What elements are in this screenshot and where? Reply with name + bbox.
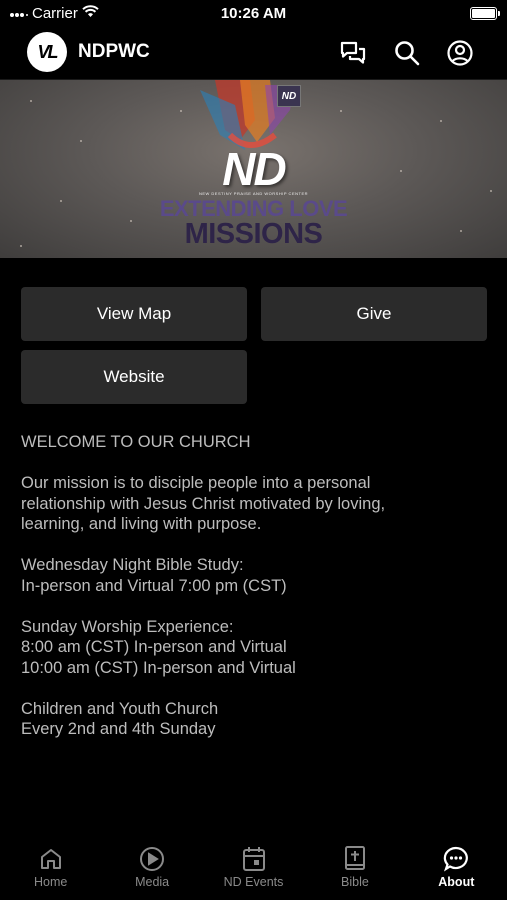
worship-paragraph: Sunday Worship Experience: 8:00 am (CST)… — [21, 617, 296, 677]
search-icon[interactable] — [392, 38, 422, 68]
website-button[interactable]: Website — [21, 350, 247, 404]
tab-nd-events[interactable]: ND Events — [203, 838, 304, 900]
tab-bible[interactable]: Bible — [304, 838, 405, 900]
tab-about[interactable]: About — [406, 838, 507, 900]
app-header: VL NDPWC — [0, 28, 507, 80]
tab-label: Media — [135, 875, 170, 889]
welcome-heading: WELCOME TO OUR CHURCH — [21, 433, 251, 451]
status-bar: Carrier 10:26 AM — [0, 0, 507, 28]
calendar-icon — [241, 846, 267, 872]
tab-label: Bible — [341, 875, 369, 889]
tab-bar: Home Media ND Events Bible About — [0, 838, 507, 900]
view-map-button[interactable]: View Map — [21, 287, 247, 341]
give-button[interactable]: Give — [261, 287, 487, 341]
mission-paragraph: Our mission is to disciple people into a… — [21, 474, 386, 533]
clock: 10:26 AM — [220, 5, 287, 22]
banner-title: MISSIONS — [184, 218, 323, 250]
missions-banner: ND ND NEW DESTINY PRAISE AND WORSHIP CEN… — [0, 80, 507, 258]
banner-logo: ND — [222, 143, 286, 195]
banner-badge: ND — [277, 85, 301, 107]
bible-icon — [342, 846, 368, 872]
battery-icon — [470, 7, 500, 20]
chat-bubble-icon — [443, 846, 469, 872]
tab-media[interactable]: Media — [101, 838, 202, 900]
account-icon[interactable] — [445, 38, 475, 68]
bible-study-paragraph: Wednesday Night Bible Study: In-person a… — [21, 556, 287, 595]
play-icon — [139, 846, 165, 872]
tab-label: ND Events — [223, 875, 284, 889]
home-icon — [38, 846, 64, 872]
tab-label: Home — [34, 875, 68, 889]
messages-icon[interactable] — [338, 38, 368, 68]
app-title: NDPWC — [78, 41, 150, 62]
tab-home[interactable]: Home — [0, 838, 101, 900]
app-logo: VL — [27, 32, 67, 72]
children-youth-paragraph: Children and Youth Church Every 2nd and … — [21, 699, 219, 739]
about-content: WELCOME TO OUR CHURCH Our mission is to … — [21, 432, 491, 760]
tab-label: About — [438, 875, 475, 889]
